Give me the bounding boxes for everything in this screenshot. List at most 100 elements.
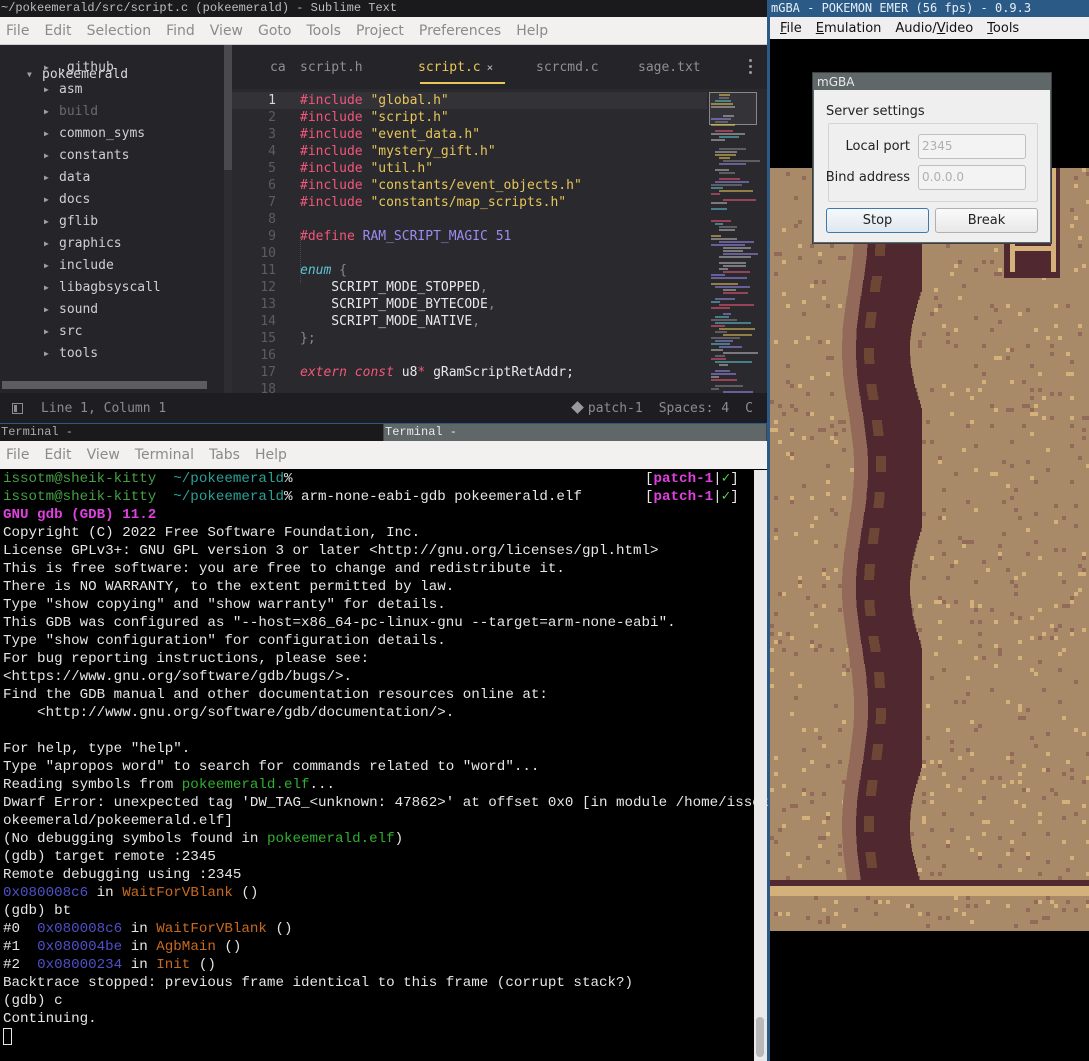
minimap-line: [723, 352, 758, 354]
crack-shade: [875, 460, 886, 464]
folder-asm[interactable]: ▶ asm: [44, 79, 82, 99]
tab-sage-txt[interactable]: sage.txt: [638, 60, 701, 75]
folder-common-syms[interactable]: ▶ common_syms: [44, 123, 145, 143]
floor-speckle: [786, 380, 790, 384]
code-area[interactable]: 1 #include "global.h" 2 #include "script.h"…: [232, 92, 707, 393]
terminal-menu-view[interactable]: View: [87, 447, 120, 463]
git-branch[interactable]: patch-1: [571, 401, 643, 416]
tab-scrcmd-c[interactable]: scrcmd.c: [536, 60, 599, 75]
folder-docs[interactable]: ▶ docs: [44, 189, 90, 209]
terminal-output[interactable]: issotm@sheik-kitty ~/pokeemerald% [patch-…: [0, 470, 795, 1061]
code-token: "script.h": [370, 110, 449, 125]
floor-speckle: [1010, 348, 1014, 352]
menu-find[interactable]: Find: [166, 23, 195, 39]
folder-libagbsyscall[interactable]: ▶ libagbsyscall: [44, 277, 161, 297]
floor-speckle: [802, 312, 806, 316]
indentation-setting[interactable]: Spaces: 4: [659, 401, 729, 416]
folder-data[interactable]: ▶ data: [44, 167, 90, 187]
bind-address-input[interactable]: 0.0.0.0: [918, 165, 1026, 190]
terminal-menu-file[interactable]: File: [6, 447, 29, 463]
mgba-menu-item[interactable]: File: [780, 21, 802, 36]
floor-speckle: [838, 256, 842, 260]
floor-speckle: [990, 260, 994, 264]
terminal-menu-tabs[interactable]: Tabs: [209, 447, 240, 463]
local-port-input[interactable]: 2345: [918, 134, 1026, 159]
terminal-scrollbar-thumb[interactable]: [756, 1017, 764, 1057]
tab-script-c[interactable]: script.c ×: [418, 60, 493, 75]
crack: [860, 772, 920, 776]
crack-edge: [849, 276, 866, 280]
sidebar-scrollbar-vertical[interactable]: [224, 45, 232, 170]
terminal-menu-terminal[interactable]: Terminal: [135, 447, 194, 463]
folder-gflib[interactable]: ▶ gflib: [44, 211, 98, 231]
menu-preferences[interactable]: Preferences: [419, 23, 501, 39]
menu-file[interactable]: File: [6, 23, 29, 39]
menu-help[interactable]: Help: [516, 23, 548, 39]
floor-speckle: [1082, 264, 1086, 268]
floor-speckle: [1030, 476, 1034, 480]
minimap-line: [715, 340, 733, 342]
crack-edge: [842, 600, 859, 604]
floor-speckle: [1026, 308, 1030, 312]
menu-tools[interactable]: Tools: [306, 23, 341, 39]
floor-speckle: [962, 284, 966, 288]
floor-speckle: [886, 900, 890, 904]
floor-speckle: [818, 428, 822, 432]
menu-goto[interactable]: Goto: [258, 23, 291, 39]
tab-script-h[interactable]: script.h: [300, 60, 363, 75]
folder-constants[interactable]: ▶ constants: [44, 145, 129, 165]
floor-speckle: [1030, 736, 1034, 740]
crack-shade: [864, 348, 875, 352]
stop-button[interactable]: Stop: [826, 208, 929, 233]
floor-speckle: [1050, 344, 1054, 348]
sidebar-scrollbar-horizontal[interactable]: [2, 381, 207, 389]
floor-speckle: [950, 828, 954, 832]
terminal-tab-2[interactable]: Terminal -: [384, 424, 767, 441]
folder-include[interactable]: ▶ include: [44, 255, 114, 275]
floor-speckle: [1058, 392, 1062, 396]
terminal-scrollbar[interactable]: [754, 470, 767, 1061]
crack-edge: [846, 536, 863, 540]
menu-selection[interactable]: Selection: [87, 23, 152, 39]
folder-sound[interactable]: ▶ sound: [44, 299, 98, 319]
minimap[interactable]: [707, 92, 762, 393]
crack-shade: [875, 464, 886, 468]
panel-toggle-icon[interactable]: [12, 402, 23, 414]
mgba-menu-item[interactable]: Tools: [987, 21, 1019, 36]
terminal-line: Dwarf Error: unexpected tag 'DW_TAG_<unk…: [3, 794, 795, 812]
folder-tools[interactable]: ▶ tools: [44, 343, 98, 363]
mgba-menu-item[interactable]: Emulation: [816, 21, 882, 36]
floor-speckle: [774, 536, 778, 540]
menu-view[interactable]: View: [210, 23, 243, 39]
menu-project[interactable]: Project: [356, 23, 404, 39]
folder-github[interactable]: ▶ .github: [44, 57, 114, 77]
break-button[interactable]: Break: [935, 208, 1038, 233]
crack: [856, 836, 911, 840]
menu-edit[interactable]: Edit: [44, 23, 71, 39]
terminal-line: #2 0x08000234 in Init (): [3, 956, 752, 974]
code-line: 18: [232, 381, 707, 393]
floor-speckle: [934, 288, 938, 292]
folder-build[interactable]: ▶ build: [44, 101, 98, 121]
game-screen[interactable]: [770, 168, 1089, 931]
terminal-menu-help[interactable]: Help: [255, 447, 287, 463]
tab-label: script.h: [300, 60, 363, 75]
terminal-menu-edit[interactable]: Edit: [44, 447, 71, 463]
floor-speckle: [930, 760, 934, 764]
folder-graphics[interactable]: ▶ graphics: [44, 233, 122, 253]
floor-speckle: [1062, 580, 1066, 584]
cursor-position[interactable]: Line 1, Column 1: [41, 401, 166, 416]
terminal-tab-1[interactable]: Terminal -: [0, 424, 384, 441]
crack: [857, 796, 914, 800]
crack-edge: [853, 692, 870, 696]
more-options-icon[interactable]: [749, 59, 753, 77]
floor-speckle: [834, 900, 838, 904]
crack-edge: [850, 420, 867, 424]
tab-ca[interactable]: ca: [270, 60, 286, 75]
mgba-menu-item[interactable]: Audio/Video: [895, 21, 973, 36]
folder-src[interactable]: ▶ src: [44, 321, 82, 341]
crack-edge: [852, 732, 869, 736]
floor-speckle: [1022, 716, 1026, 720]
close-tab-icon[interactable]: ×: [487, 61, 494, 74]
syntax-setting[interactable]: C: [745, 401, 753, 416]
